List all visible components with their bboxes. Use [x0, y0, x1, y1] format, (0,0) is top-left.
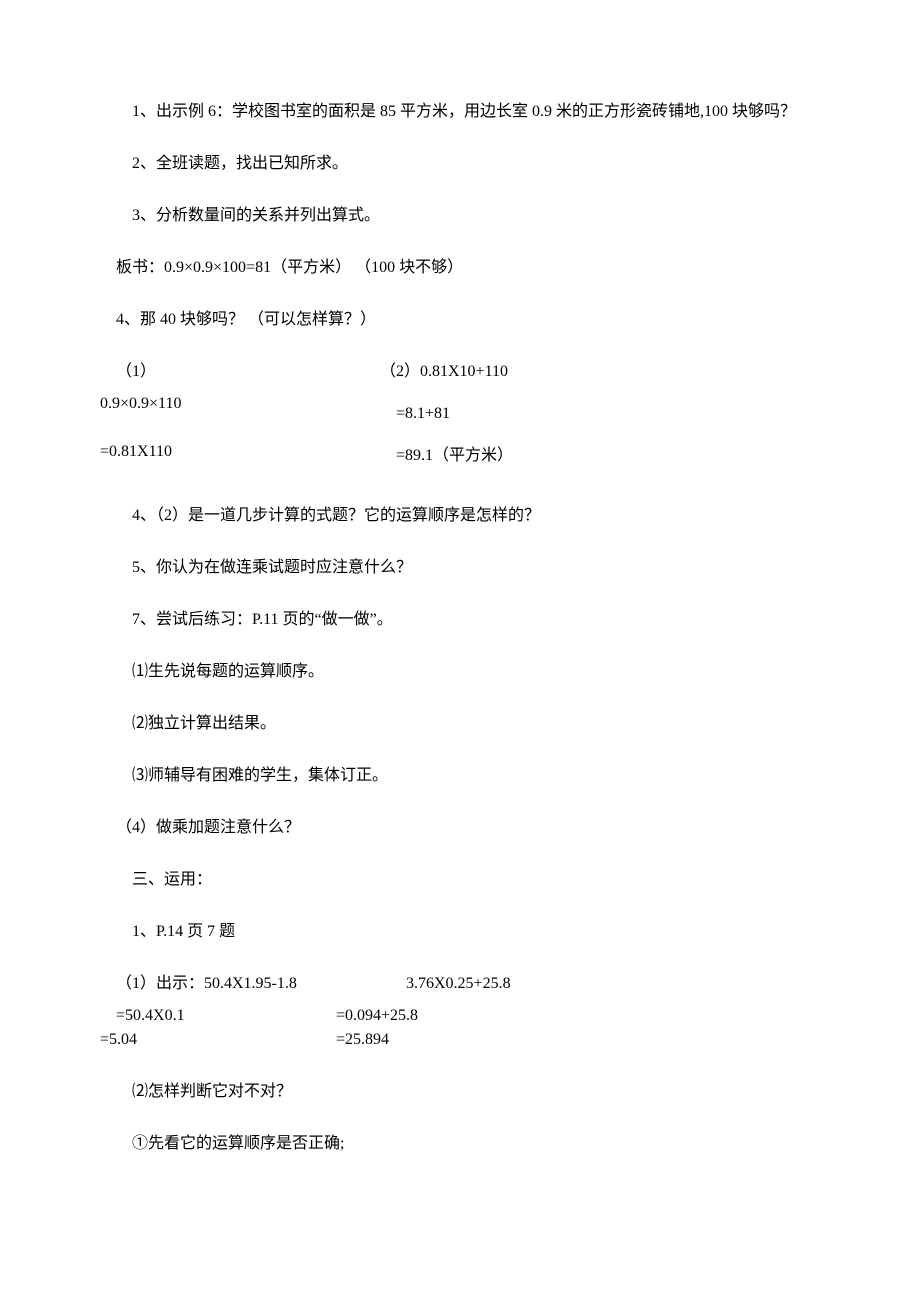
expression-row: （1）出示：50.4X1.95-1.8 3.76X0.25+25.8 [100, 972, 820, 996]
calc-column-right: （2）0.81X10+110 =8.1+81 =89.1（平方米） [380, 360, 820, 476]
paragraph-8: 7、尝试后练习：P.11 页的“做一做”。 [100, 608, 820, 632]
document-page: 1、出示例 6：学校图书室的面积是 85 平方米，用边长室 0.9 米的正方形瓷… [0, 0, 920, 1244]
paragraph-5: 4、那 40 块够吗？ （可以怎样算？） [100, 308, 820, 332]
calc-a-line-1: =50.4X0.1 [116, 1004, 336, 1028]
paragraph-13: 三、运用： [100, 868, 820, 892]
calc-b-line-2: =25.894 [336, 1028, 418, 1052]
paragraph-12: （4）做乘加题注意什么？ [100, 816, 820, 840]
paragraph-4: 板书：0.9×0.9×100=81（平方米） （100 块不够） [100, 256, 820, 280]
paragraph-6: 4、（2）是一道几步计算的式题？它的运算顺序是怎样的？ [100, 504, 820, 528]
paragraph-14: 1、P.14 页 7 题 [100, 920, 820, 944]
calc-right-line-3: =89.1（平方米） [380, 444, 820, 468]
paragraph-3: 3、分析数量间的关系并列出算式。 [100, 204, 820, 228]
paragraph-2: 2、全班读题，找出已知所求。 [100, 152, 820, 176]
paragraph-7: 5、你认为在做连乘试题时应注意什么？ [100, 556, 820, 580]
calc-a-line-2: =5.04 [100, 1028, 336, 1052]
paragraph-15: ⑵怎样判断它对不对？ [100, 1080, 820, 1104]
calc-b-line-1: =0.094+25.8 [336, 1004, 418, 1028]
calc-right-line-1: （2）0.81X10+110 [380, 360, 820, 384]
calc-left-line-3: =0.81X110 [100, 440, 380, 464]
calc-left-line-2: 0.9×0.9×110 [100, 392, 380, 416]
calc-column-left: （1） 0.9×0.9×110 =0.81X110 [100, 360, 380, 476]
calc-right-line-2: =8.1+81 [380, 402, 820, 426]
calc-col-a: =50.4X0.1 =5.04 [100, 1004, 336, 1052]
expression-a: （1）出示：50.4X1.95-1.8 [100, 972, 406, 996]
paragraph-10: ⑵独立计算出结果。 [100, 712, 820, 736]
calc-col-b: =0.094+25.8 =25.894 [336, 1004, 418, 1052]
paragraph-1: 1、出示例 6：学校图书室的面积是 85 平方米，用边长室 0.9 米的正方形瓷… [100, 100, 820, 124]
paragraph-11: ⑶师辅导有困难的学生，集体订正。 [100, 764, 820, 788]
calc-left-line-1: （1） [100, 360, 380, 384]
calculation-block: （1） 0.9×0.9×110 =0.81X110 （2）0.81X10+110… [100, 360, 820, 476]
expression-b: 3.76X0.25+25.8 [406, 972, 511, 996]
paragraph-9: ⑴生先说每题的运算顺序。 [100, 660, 820, 684]
calculation-row: =50.4X0.1 =5.04 =0.094+25.8 =25.894 [100, 1004, 820, 1052]
paragraph-16: ①先看它的运算顺序是否正确; [100, 1132, 820, 1156]
